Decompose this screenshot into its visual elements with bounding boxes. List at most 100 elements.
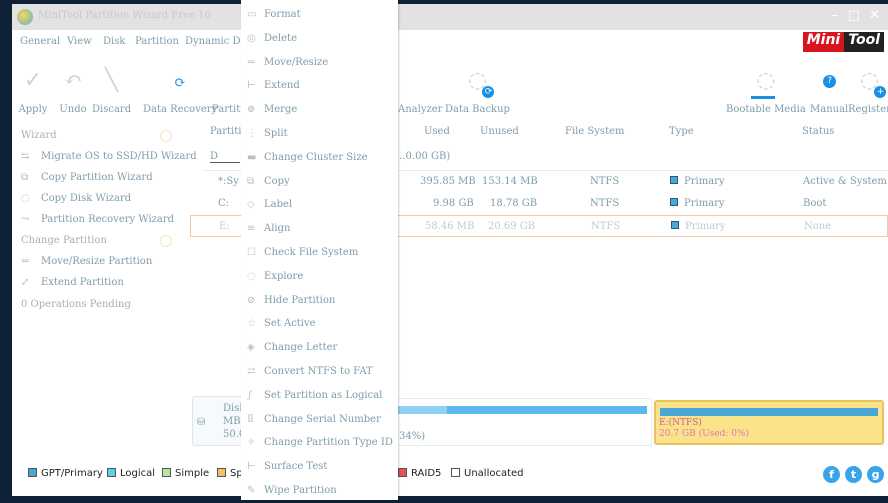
space-analyzer-button[interactable]: Analyzer xyxy=(398,66,442,115)
context-menu-item-check-file-system[interactable]: ☐ Check File System xyxy=(241,241,398,265)
legend-spanned: Sp xyxy=(217,468,243,479)
label: Migrate OS to SSD/HD Wizard xyxy=(41,151,197,162)
sidebar-item-partition-recovery[interactable]: ⤳ Partition Recovery Wizard xyxy=(21,214,174,225)
menu-item-icon: ◈ xyxy=(247,342,255,354)
cell-fs: NTFS xyxy=(590,198,620,209)
cell-fs: NTFS xyxy=(590,176,620,187)
menu-item-label: Set Active xyxy=(264,318,316,330)
title-bar: MiniTool Partition Wizard Free 10 – □ ✕ xyxy=(12,4,888,30)
context-menu-item-change-cluster-size[interactable]: ▬ Change Cluster Size xyxy=(241,146,398,170)
context-menu-item-extend[interactable]: ⊢ Extend xyxy=(241,74,398,98)
col-unused[interactable]: Unused xyxy=(480,126,519,137)
undo-icon: ↶ xyxy=(63,68,83,93)
google-plus-icon[interactable]: g xyxy=(867,466,884,483)
context-menu-item-copy[interactable]: ⧉ Copy xyxy=(241,170,398,194)
menu-item-label: Extend xyxy=(264,80,300,92)
col-filesystem[interactable]: File System xyxy=(565,126,624,137)
primary-color-icon xyxy=(671,221,679,229)
undo-button[interactable]: ↶ Undo xyxy=(58,66,88,115)
cell-used: 395.85 MB xyxy=(420,176,476,187)
change-partition-header[interactable]: Change Partition xyxy=(21,235,107,246)
data-backup-button[interactable]: ◌ ⟳ Data Backup xyxy=(445,66,510,115)
space-analyzer-label: Analyzer xyxy=(398,104,443,115)
menu-disk[interactable]: Disk xyxy=(103,36,125,47)
discard-icon: ╲ xyxy=(104,68,119,93)
context-menu-item-label[interactable]: ◇ Label xyxy=(241,193,398,217)
maximize-button[interactable]: □ xyxy=(848,8,860,23)
register-button[interactable]: ◌ + Register xyxy=(848,66,888,115)
space-analyzer-icon xyxy=(405,66,435,96)
sidebar-item-move-resize[interactable]: ⇔ Move/Resize Partition xyxy=(21,256,152,267)
menu-item-icon: ⇄ xyxy=(247,366,256,377)
col-status[interactable]: Status xyxy=(802,126,834,137)
legend-simple: Simple xyxy=(162,468,209,479)
cell-partition: *:Sy xyxy=(218,176,239,187)
primary-color-icon xyxy=(670,198,678,206)
twitter-icon[interactable]: t xyxy=(845,466,862,483)
menu-view[interactable]: View xyxy=(67,36,92,47)
context-menu-item-align[interactable]: ≡ Align xyxy=(241,217,398,241)
manual-button[interactable]: ? Manual xyxy=(810,66,848,115)
context-menu-item-format[interactable]: ▭ Format xyxy=(241,3,398,27)
apply-button[interactable]: ✓ Apply xyxy=(18,66,48,115)
legend-logical: Logical xyxy=(107,468,155,479)
context-menu-item-set-partition-as-logical[interactable]: ∫ Set Partition as Logical xyxy=(241,384,398,408)
menu-general[interactable]: General xyxy=(20,36,60,47)
context-menu-item-change-letter[interactable]: ◈ Change Letter xyxy=(241,336,398,360)
sidebar-item-extend[interactable]: ⤢ Extend Partition xyxy=(21,277,124,288)
cell-status: Boot xyxy=(803,198,827,209)
sidebar-item-copy-disk[interactable]: ◌ Copy Disk Wizard xyxy=(21,193,131,204)
data-recovery-button[interactable]: ⟳ Data Recovery xyxy=(143,66,217,115)
context-menu-item-move-resize[interactable]: ⇔ Move/Resize xyxy=(241,51,398,75)
context-menu-item-convert-ntfs-to-fat[interactable]: ⇄ Convert NTFS to FAT xyxy=(241,360,398,384)
context-menu-item-change-serial-number[interactable]: Ⅱ Change Serial Number xyxy=(241,408,398,432)
label: Extend Partition xyxy=(41,277,124,288)
context-menu-item-explore[interactable]: ◌ Explore xyxy=(241,265,398,289)
sidebar-item-copy-partition[interactable]: ⧉ Copy Partition Wizard xyxy=(21,172,153,183)
collapse-icon[interactable] xyxy=(160,130,172,142)
context-menu-item-surface-test[interactable]: ⊢ Surface Test xyxy=(241,455,398,479)
menu-item-label: Delete xyxy=(264,32,297,44)
menu-item-icon: ◇ xyxy=(247,199,255,211)
cell-partition: E: xyxy=(219,221,230,232)
discard-button[interactable]: ╲ Discard xyxy=(92,66,131,115)
collapse-icon[interactable] xyxy=(160,235,172,247)
menu-item-label: Convert NTFS to FAT xyxy=(264,366,373,377)
context-menu-item-hide-partition[interactable]: ⊘ Hide Partition xyxy=(241,289,398,313)
wizard-header[interactable]: Wizard xyxy=(21,130,57,141)
context-menu-item-delete[interactable]: ◎ Delete xyxy=(241,27,398,51)
context-menu-item-merge[interactable]: ⊕ Merge xyxy=(241,98,398,122)
menu-item-icon: ≡ xyxy=(247,223,256,235)
pending-operations: 0 Operations Pending xyxy=(21,299,131,310)
app-window: MiniTool Partition Wizard Free 10 – □ ✕ … xyxy=(12,4,888,496)
context-menu-item-change-partition-type-id[interactable]: ✧ Change Partition Type ID xyxy=(241,431,398,455)
context-menu-item-set-active[interactable]: ☆ Set Active xyxy=(241,312,398,336)
menu-item-icon: ☐ xyxy=(247,247,256,258)
label: Partition Recovery Wizard xyxy=(41,214,175,225)
check-icon: ✓ xyxy=(23,68,43,93)
menu-partition[interactable]: Partition xyxy=(135,36,179,47)
window-title: MiniTool Partition Wizard Free 10 xyxy=(38,10,211,21)
label: Move/Resize Partition xyxy=(41,256,153,267)
menu-item-icon: Ⅱ xyxy=(247,413,254,425)
primary-color-icon xyxy=(670,176,678,184)
disk-row-prefix[interactable]: D xyxy=(210,151,240,163)
facebook-icon[interactable]: f xyxy=(823,466,840,483)
bootable-media-button[interactable]: ◌ Bootable Media xyxy=(726,66,806,115)
minitool-logo: Mini Tool xyxy=(802,32,884,52)
label: Copy Disk Wizard xyxy=(41,193,132,204)
minimize-button[interactable]: – xyxy=(832,8,839,23)
context-menu-item-split[interactable]: ⋮ Split xyxy=(241,122,398,146)
help-icon: ? xyxy=(814,66,844,96)
col-used[interactable]: Used xyxy=(424,126,450,137)
sidebar-item-migrate-os[interactable]: ⇆ Migrate OS to SSD/HD Wizard xyxy=(21,151,197,162)
disk-segment-e-selected[interactable]: E:(NTFS) 20.7 GB (Used: 0%) xyxy=(654,400,884,445)
menu-item-label: Explore xyxy=(264,270,304,282)
disk-row-label[interactable]: ...0.00 GB) xyxy=(396,151,450,162)
col-type[interactable]: Type xyxy=(669,126,694,137)
close-button[interactable]: ✕ xyxy=(869,8,880,23)
discard-label: Discard xyxy=(92,104,132,115)
menu-item-icon: ◎ xyxy=(247,32,256,44)
context-menu-item-wipe-partition[interactable]: ✎ Wipe Partition xyxy=(241,479,398,503)
legend-gpt-primary: GPT/Primary xyxy=(28,468,103,479)
